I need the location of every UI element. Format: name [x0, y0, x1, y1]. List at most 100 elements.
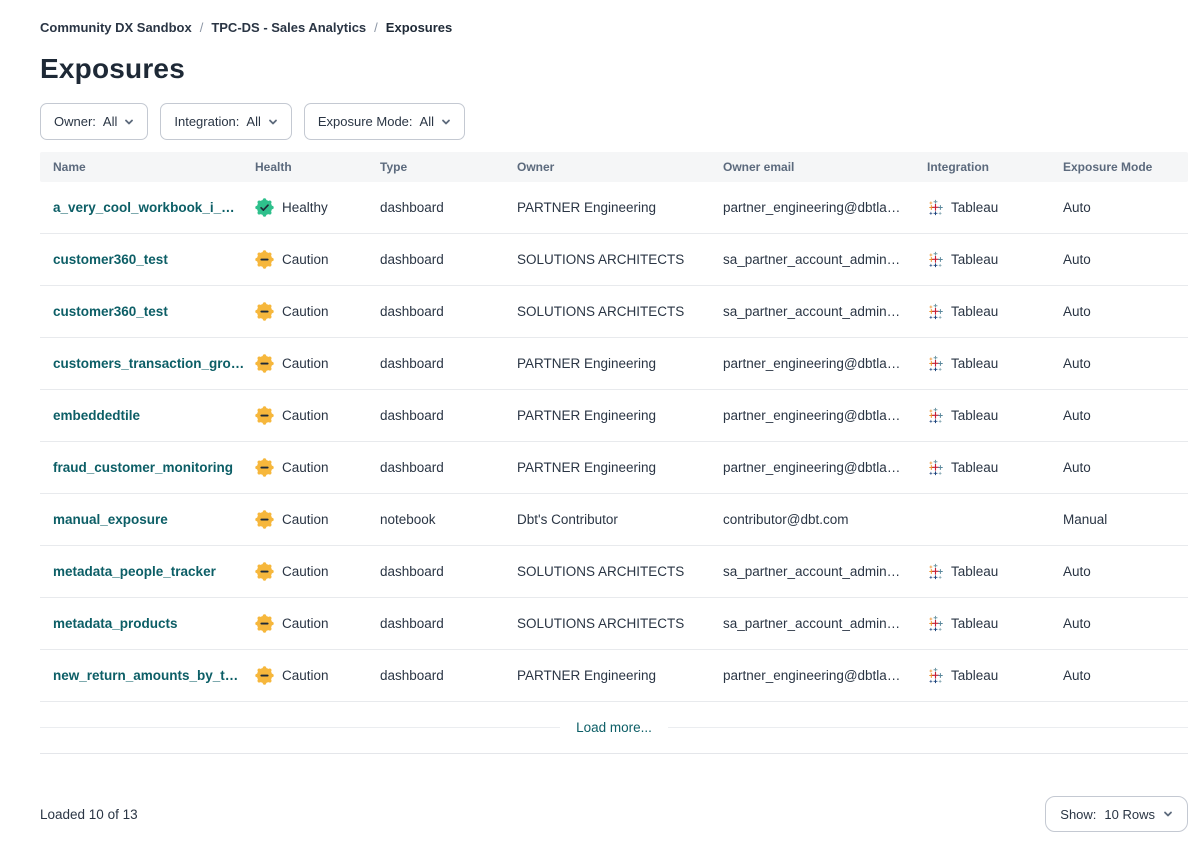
exposure-mode-cell: Manual [1063, 512, 1188, 527]
health-badge-icon [255, 354, 274, 373]
health-minus-glyph [260, 675, 268, 677]
breadcrumb-item-environment[interactable]: TPC-DS - Sales Analytics [211, 20, 366, 35]
table-row: new_return_amounts_by_t… Caution dashboa… [40, 650, 1188, 702]
owner-cell: SOLUTIONS ARCHITECTS [517, 564, 723, 579]
rows-per-page-dropdown[interactable]: Show: 10 Rows [1045, 796, 1188, 832]
health-cell: Caution [255, 302, 380, 321]
type-cell: dashboard [380, 460, 517, 475]
column-header-name: Name [40, 160, 255, 174]
health-cell: Caution [255, 250, 380, 269]
owner-cell: SOLUTIONS ARCHITECTS [517, 304, 723, 319]
integration-label: Tableau [951, 564, 998, 579]
exposure-mode-cell: Auto [1063, 616, 1188, 631]
owner-cell: PARTNER Engineering [517, 668, 723, 683]
name-cell: metadata_products [40, 616, 255, 631]
owner-email-cell: sa_partner_account_admin… [723, 616, 927, 631]
table-row: fraud_customer_monitoring Caution dashbo… [40, 442, 1188, 494]
table-row: metadata_products Caution dashboard SOLU… [40, 598, 1188, 650]
type-cell: dashboard [380, 616, 517, 631]
integration-filter-dropdown[interactable]: Integration: All [160, 103, 292, 140]
health-label: Caution [282, 512, 329, 527]
health-label: Caution [282, 564, 329, 579]
type-cell: dashboard [380, 408, 517, 423]
health-badge-icon [255, 406, 274, 425]
exposure-name-link[interactable]: metadata_people_tracker [53, 564, 216, 579]
owner-cell: SOLUTIONS ARCHITECTS [517, 616, 723, 631]
table-row: customers_transaction_gro… Caution dashb… [40, 338, 1188, 390]
health-badge-icon [255, 666, 274, 685]
owner-email-cell: partner_engineering@dbtla… [723, 200, 927, 215]
type-cell: dashboard [380, 356, 517, 371]
health-badge-icon [255, 614, 274, 633]
owner-cell: PARTNER Engineering [517, 200, 723, 215]
health-label: Healthy [282, 200, 328, 215]
exposure-mode-filter-label: Exposure Mode: [318, 114, 413, 129]
exposure-name-link[interactable]: a_very_cool_workbook_i_… [53, 200, 235, 215]
owner-email-cell: contributor@dbt.com [723, 512, 927, 527]
integration-label: Tableau [951, 668, 998, 683]
table-row: metadata_people_tracker Caution dashboar… [40, 546, 1188, 598]
tableau-icon [927, 199, 944, 216]
health-cell: Caution [255, 666, 380, 685]
health-label: Caution [282, 460, 329, 475]
health-label: Caution [282, 616, 329, 631]
type-cell: dashboard [380, 304, 517, 319]
owner-filter-label: Owner: [54, 114, 96, 129]
health-badge-icon [255, 458, 274, 477]
exposure-name-link[interactable]: embeddedtile [53, 408, 140, 423]
exposure-name-link[interactable]: fraud_customer_monitoring [53, 460, 233, 475]
owner-cell: PARTNER Engineering [517, 460, 723, 475]
load-more-link[interactable]: Load more... [560, 720, 668, 735]
integration-cell: Tableau [927, 459, 1063, 476]
owner-cell: PARTNER Engineering [517, 356, 723, 371]
table-header-row: Name Health Type Owner Owner email Integ… [40, 152, 1188, 182]
tableau-icon [927, 303, 944, 320]
show-value: 10 Rows [1104, 807, 1155, 822]
health-cell: Caution [255, 614, 380, 633]
chevron-down-icon [1163, 809, 1173, 819]
breadcrumb-separator: / [200, 20, 204, 35]
tableau-icon [927, 355, 944, 372]
integration-filter-label: Integration: [174, 114, 239, 129]
exposures-page: Community DX Sandbox / TPC-DS - Sales An… [40, 20, 1188, 832]
breadcrumb-item-project[interactable]: Community DX Sandbox [40, 20, 192, 35]
divider [668, 727, 1188, 728]
health-minus-glyph [260, 415, 268, 417]
health-label: Caution [282, 356, 329, 371]
chevron-down-icon [268, 117, 278, 127]
health-minus-glyph [260, 259, 268, 261]
exposure-mode-cell: Auto [1063, 356, 1188, 371]
exposure-name-link[interactable]: manual_exposure [53, 512, 168, 527]
exposure-mode-filter-dropdown[interactable]: Exposure Mode: All [304, 103, 465, 140]
owner-email-cell: partner_engineering@dbtla… [723, 408, 927, 423]
health-minus-glyph [260, 363, 268, 365]
owner-filter-dropdown[interactable]: Owner: All [40, 103, 148, 140]
owner-email-cell: partner_engineering@dbtla… [723, 460, 927, 475]
health-label: Caution [282, 668, 329, 683]
breadcrumb: Community DX Sandbox / TPC-DS - Sales An… [40, 20, 1188, 35]
integration-cell: Tableau [927, 303, 1063, 320]
name-cell: fraud_customer_monitoring [40, 460, 255, 475]
column-header-health: Health [255, 160, 380, 174]
health-cell: Caution [255, 458, 380, 477]
exposure-name-link[interactable]: metadata_products [53, 616, 178, 631]
exposure-name-link[interactable]: customer360_test [53, 252, 168, 267]
table-row: manual_exposure Caution notebook Dbt's C… [40, 494, 1188, 546]
integration-cell: Tableau [927, 563, 1063, 580]
type-cell: notebook [380, 512, 517, 527]
table-row: customer360_test Caution dashboard SOLUT… [40, 286, 1188, 338]
health-cell: Caution [255, 510, 380, 529]
name-cell: embeddedtile [40, 408, 255, 423]
health-cell: Caution [255, 562, 380, 581]
exposure-name-link[interactable]: customers_transaction_gro… [53, 356, 244, 371]
load-more-row: Load more... [40, 702, 1188, 754]
column-header-integration: Integration [927, 160, 1063, 174]
health-minus-glyph [260, 311, 268, 313]
chevron-down-icon [124, 117, 134, 127]
owner-cell: PARTNER Engineering [517, 408, 723, 423]
type-cell: dashboard [380, 200, 517, 215]
owner-email-cell: partner_engineering@dbtla… [723, 356, 927, 371]
exposure-name-link[interactable]: new_return_amounts_by_t… [53, 668, 238, 683]
exposure-name-link[interactable]: customer360_test [53, 304, 168, 319]
exposure-mode-cell: Auto [1063, 252, 1188, 267]
